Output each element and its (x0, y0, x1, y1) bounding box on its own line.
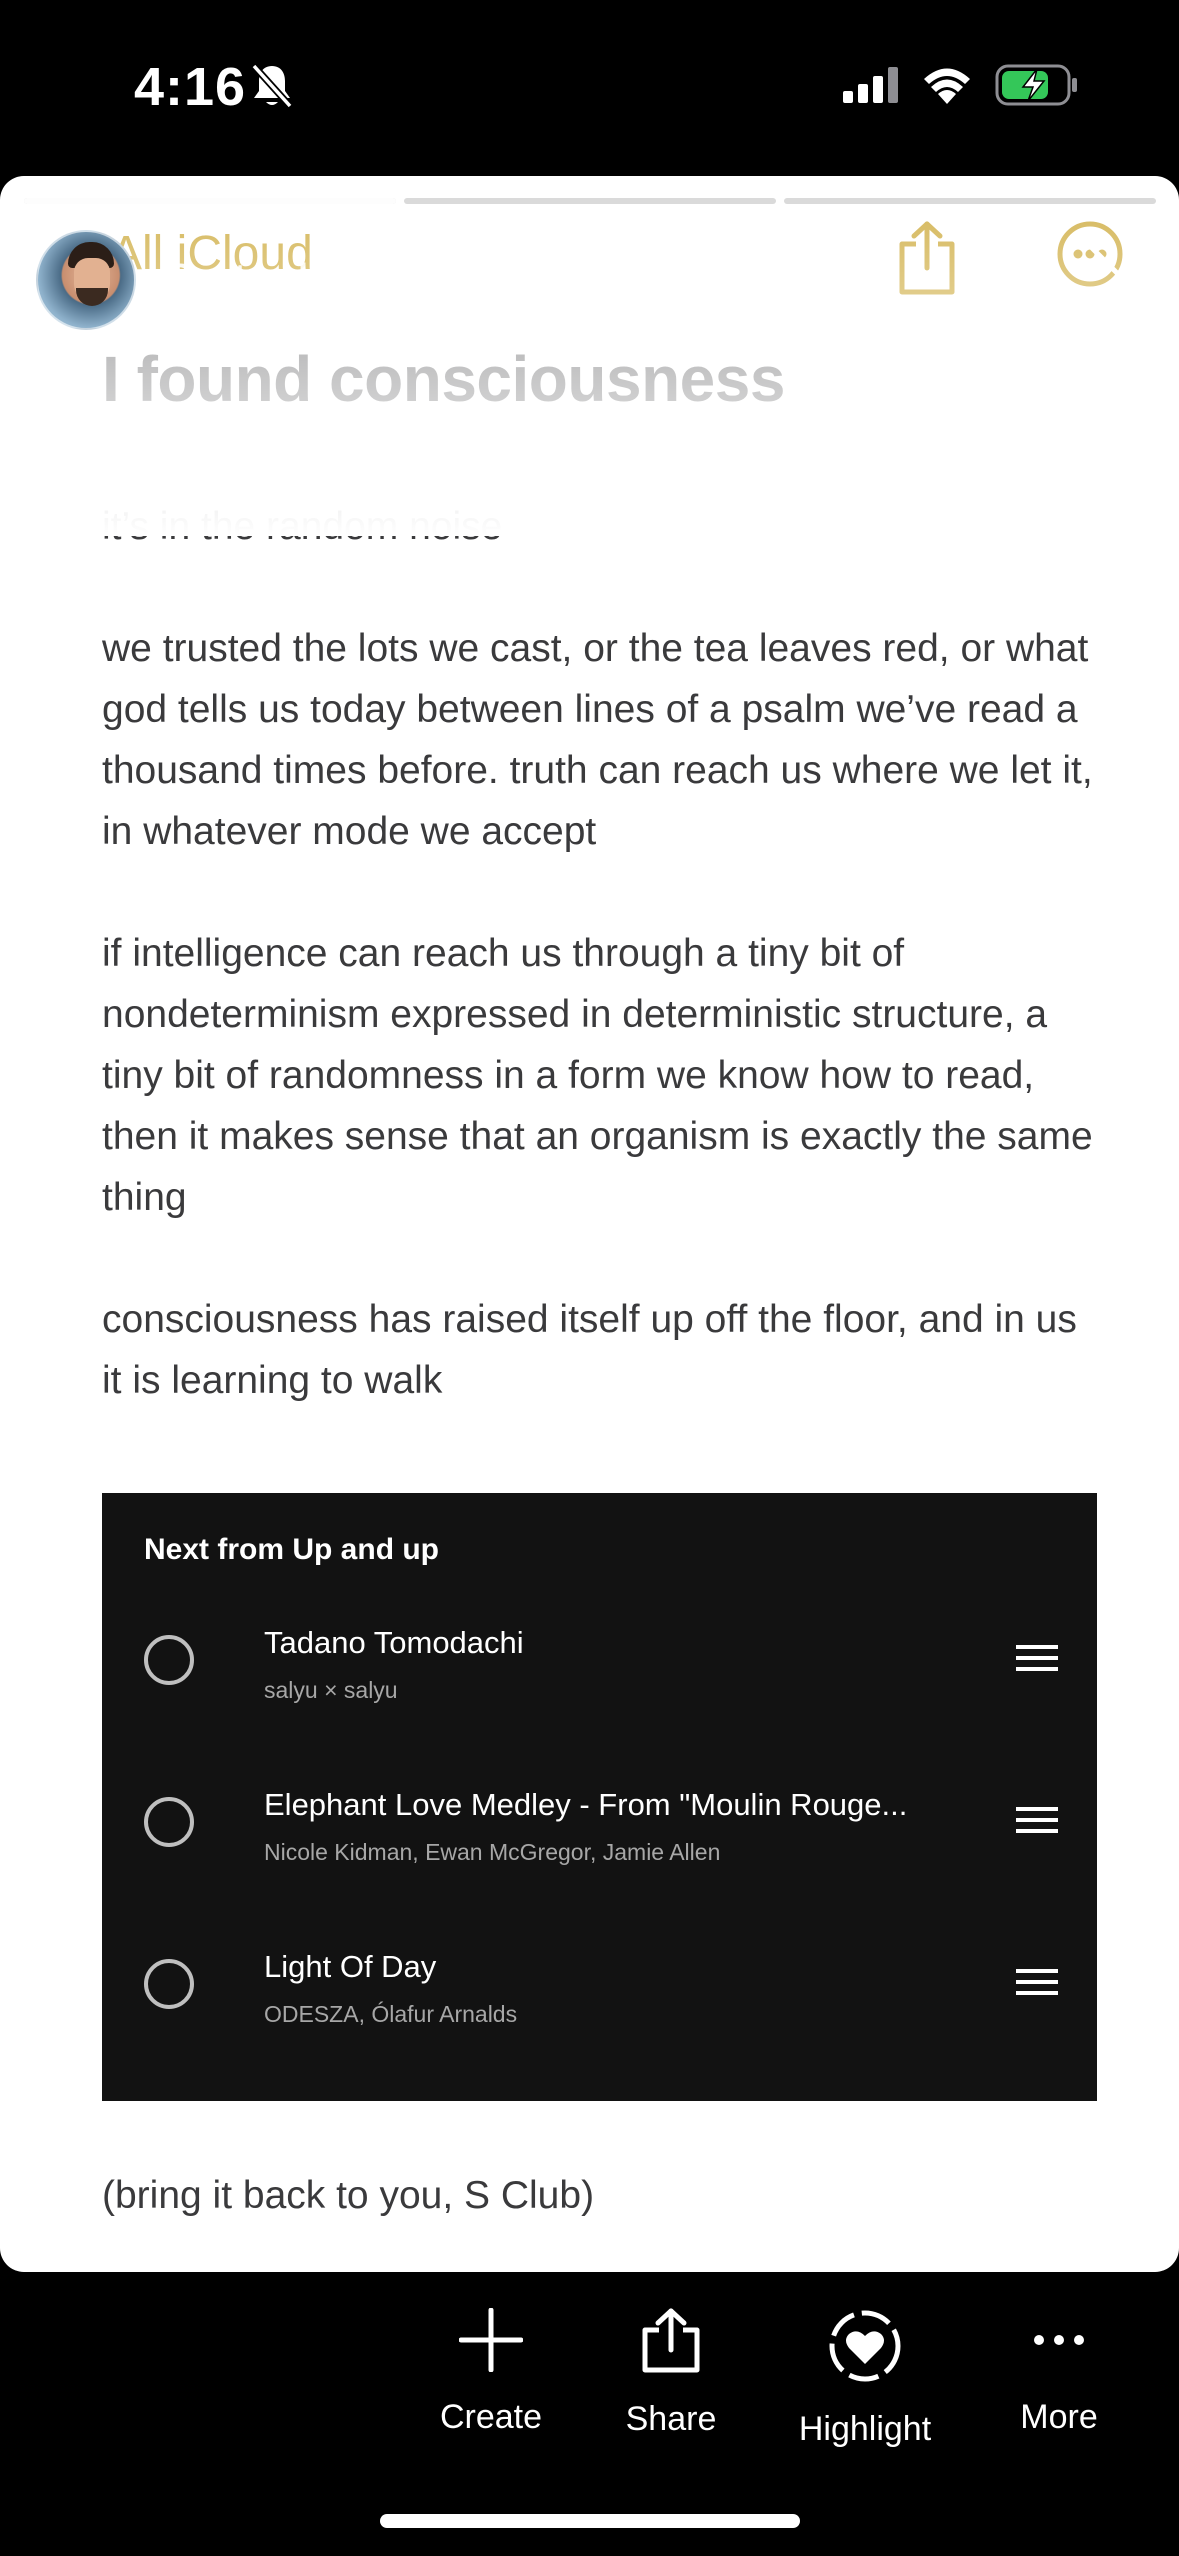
more-button[interactable]: More (969, 2308, 1149, 2437)
story-progress-segment (784, 198, 1156, 204)
track-title: Elephant Love Medley - From "Moulin Roug… (264, 1787, 908, 1822)
drag-handle-icon[interactable] (1016, 1643, 1058, 1678)
drag-handle-icon[interactable] (1016, 1805, 1058, 1840)
drag-handle-icon[interactable] (1016, 1967, 1058, 2002)
note-paragraph: if intelligence can reach us through a t… (102, 932, 1093, 1219)
note-paragraph: consciousness has raised itself up off t… (102, 1298, 1077, 1402)
story-progress (24, 198, 1156, 204)
story-time: 9:08 AM (546, 256, 679, 297)
battery-charging-icon (995, 64, 1077, 106)
create-button[interactable]: Create (401, 2308, 581, 2437)
status-indicators (843, 64, 1079, 106)
share-icon (642, 2308, 700, 2373)
bell-slash-icon (250, 62, 294, 115)
highlight-label: Highlight (798, 2410, 932, 2448)
note-paragraph: it’s in the random noise (102, 505, 503, 548)
highlight-button[interactable]: Highlight (775, 2308, 955, 2449)
plus-icon (459, 2308, 523, 2372)
note-body[interactable]: it’s in the random noise we trusted the … (102, 496, 1102, 1472)
track-artist: ODESZA, Ólafur Arnalds (264, 2001, 518, 2027)
track-artist: Nicole Kidman, Ewan McGregor, Jamie Alle… (264, 1839, 721, 1865)
highlight-heart-icon (829, 2310, 901, 2382)
track-title: Light Of Day (264, 1949, 437, 1984)
wifi-icon (924, 68, 970, 104)
track-select-radio[interactable] (144, 1797, 194, 1847)
queue-heading: Next from Up and up (144, 1533, 440, 1566)
share-button[interactable]: Share (581, 2308, 761, 2439)
track-artist: salyu × salyu (264, 1677, 398, 1703)
queue-track[interactable]: Elephant Love Medley - From "Moulin Roug… (102, 1747, 1097, 1909)
story-card[interactable]: All iCloud I found consciousness it’s in… (0, 176, 1179, 2272)
create-label: Create (439, 2398, 543, 2436)
close-icon[interactable] (1088, 244, 1150, 311)
more-label: More (1020, 2398, 1098, 2436)
ellipsis-icon (1034, 2335, 1084, 2345)
embedded-music-queue-image[interactable]: Next from Up and up Tadano Tomodachi sal… (102, 1493, 1097, 2101)
queue-track[interactable]: Light Of Day ODESZA, Ólafur Arnalds (102, 1909, 1097, 2071)
note-title: I found consciousness (102, 343, 785, 415)
story-progress-segment (24, 198, 396, 204)
story-progress-segment (404, 198, 776, 204)
queue-track[interactable]: Tadano Tomodachi salyu × salyu (102, 1585, 1097, 1747)
story-date: September 17, 2023 (168, 256, 505, 297)
share-icon[interactable] (896, 220, 958, 301)
home-indicator[interactable] (380, 2514, 800, 2528)
cellular-signal-icon (843, 67, 898, 103)
track-select-radio[interactable] (144, 1959, 194, 2009)
track-select-radio[interactable] (144, 1635, 194, 1685)
note-paragraph: we trusted the lots we cast, or the tea … (102, 627, 1093, 853)
avatar[interactable] (36, 230, 136, 330)
track-title: Tadano Tomodachi (264, 1625, 524, 1660)
share-label: Share (625, 2400, 717, 2438)
note-footer-text: (bring it back to you, S Club) (102, 2174, 595, 2217)
status-bar: 4:16 (0, 0, 1179, 175)
status-time: 4:16 (134, 57, 247, 117)
